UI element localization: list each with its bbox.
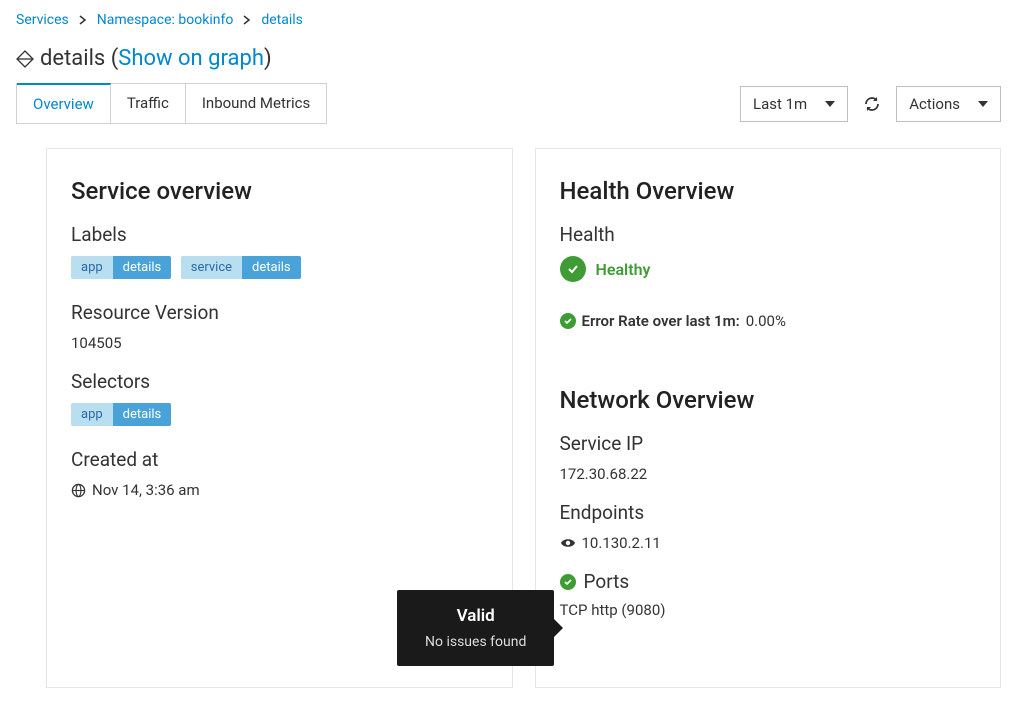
- chevron-right-icon: [73, 15, 93, 25]
- labels-heading: Labels: [71, 223, 488, 246]
- endpoint-row: 10.130.2.11: [560, 534, 977, 552]
- selector-pill: app details: [71, 403, 171, 426]
- tooltip-title: Valid: [425, 606, 526, 626]
- health-network-card: Health Overview Health Healthy Error Rat…: [535, 148, 1002, 688]
- time-range-label: Last 1m: [753, 95, 807, 113]
- created-at-heading: Created at: [71, 448, 488, 471]
- chevron-right-icon: [237, 15, 257, 25]
- check-circle-icon: [560, 313, 576, 329]
- ports-heading-row: Ports: [560, 570, 977, 593]
- page-title: details ( Show on graph ): [0, 32, 1009, 75]
- show-on-graph-link[interactable]: Show on graph: [118, 46, 264, 71]
- service-ip-value: 172.30.68.22: [560, 465, 977, 483]
- created-at-value: Nov 14, 3:36 am: [92, 481, 200, 499]
- refresh-button[interactable]: [858, 90, 886, 118]
- error-rate-row: Error Rate over last 1m: 0.00%: [560, 312, 977, 330]
- refresh-icon: [863, 95, 881, 113]
- tab-traffic[interactable]: Traffic: [111, 84, 186, 123]
- tab-inbound-metrics[interactable]: Inbound Metrics: [186, 84, 326, 123]
- service-name: details: [40, 46, 105, 71]
- service-ip-heading: Service IP: [560, 432, 977, 455]
- breadcrumb-namespace[interactable]: Namespace: bookinfo: [97, 12, 234, 28]
- tab-overview[interactable]: Overview: [17, 83, 111, 123]
- breadcrumb-services[interactable]: Services: [16, 12, 69, 28]
- service-icon: [16, 50, 34, 68]
- selectors-heading: Selectors: [71, 370, 488, 393]
- selectors-list: app details: [71, 403, 488, 430]
- labels-list: app details service details: [71, 256, 488, 283]
- eye-icon: [560, 537, 576, 549]
- tab-and-controls-row: Overview Traffic Inbound Metrics Last 1m…: [0, 75, 1009, 124]
- label-key: app: [71, 403, 113, 426]
- label-value: details: [113, 403, 172, 426]
- resource-version-heading: Resource Version: [71, 301, 488, 324]
- toolbar-controls: Last 1m Actions: [740, 86, 1001, 122]
- tooltip-body: No issues found: [425, 634, 526, 650]
- error-rate-value: 0.00%: [746, 312, 786, 330]
- endpoints-heading: Endpoints: [560, 501, 977, 524]
- label-value: details: [242, 256, 301, 279]
- network-overview-heading: Network Overview: [560, 386, 977, 414]
- created-at-row: Nov 14, 3:36 am: [71, 481, 488, 499]
- caret-down-icon: [978, 101, 988, 107]
- tabs: Overview Traffic Inbound Metrics: [16, 83, 327, 124]
- label-pill: service details: [181, 256, 301, 279]
- globe-icon: [71, 483, 86, 498]
- label-key: service: [181, 256, 242, 279]
- endpoint-value: 10.130.2.11: [582, 534, 661, 552]
- label-key: app: [71, 256, 113, 279]
- check-circle-icon: [560, 256, 586, 282]
- actions-label: Actions: [909, 95, 960, 113]
- health-overview-heading: Health Overview: [560, 177, 977, 205]
- breadcrumb: Services Namespace: bookinfo details: [0, 0, 1009, 32]
- breadcrumb-current[interactable]: details: [261, 12, 303, 28]
- label-pill: app details: [71, 256, 171, 279]
- health-status-text: Healthy: [596, 260, 651, 279]
- caret-down-icon: [825, 101, 835, 107]
- label-value: details: [113, 256, 172, 279]
- health-subheading: Health: [560, 223, 977, 246]
- time-range-dropdown[interactable]: Last 1m: [740, 86, 848, 122]
- health-status-row: Healthy: [560, 256, 977, 282]
- validation-tooltip: Valid No issues found: [397, 590, 554, 666]
- service-overview-heading: Service overview: [71, 177, 488, 205]
- ports-heading: Ports: [584, 570, 630, 593]
- check-circle-icon: [560, 574, 576, 590]
- resource-version-value: 104505: [71, 334, 488, 352]
- port-value: TCP http (9080): [560, 601, 977, 619]
- error-rate-label: Error Rate over last 1m:: [582, 312, 740, 330]
- actions-dropdown[interactable]: Actions: [896, 86, 1001, 122]
